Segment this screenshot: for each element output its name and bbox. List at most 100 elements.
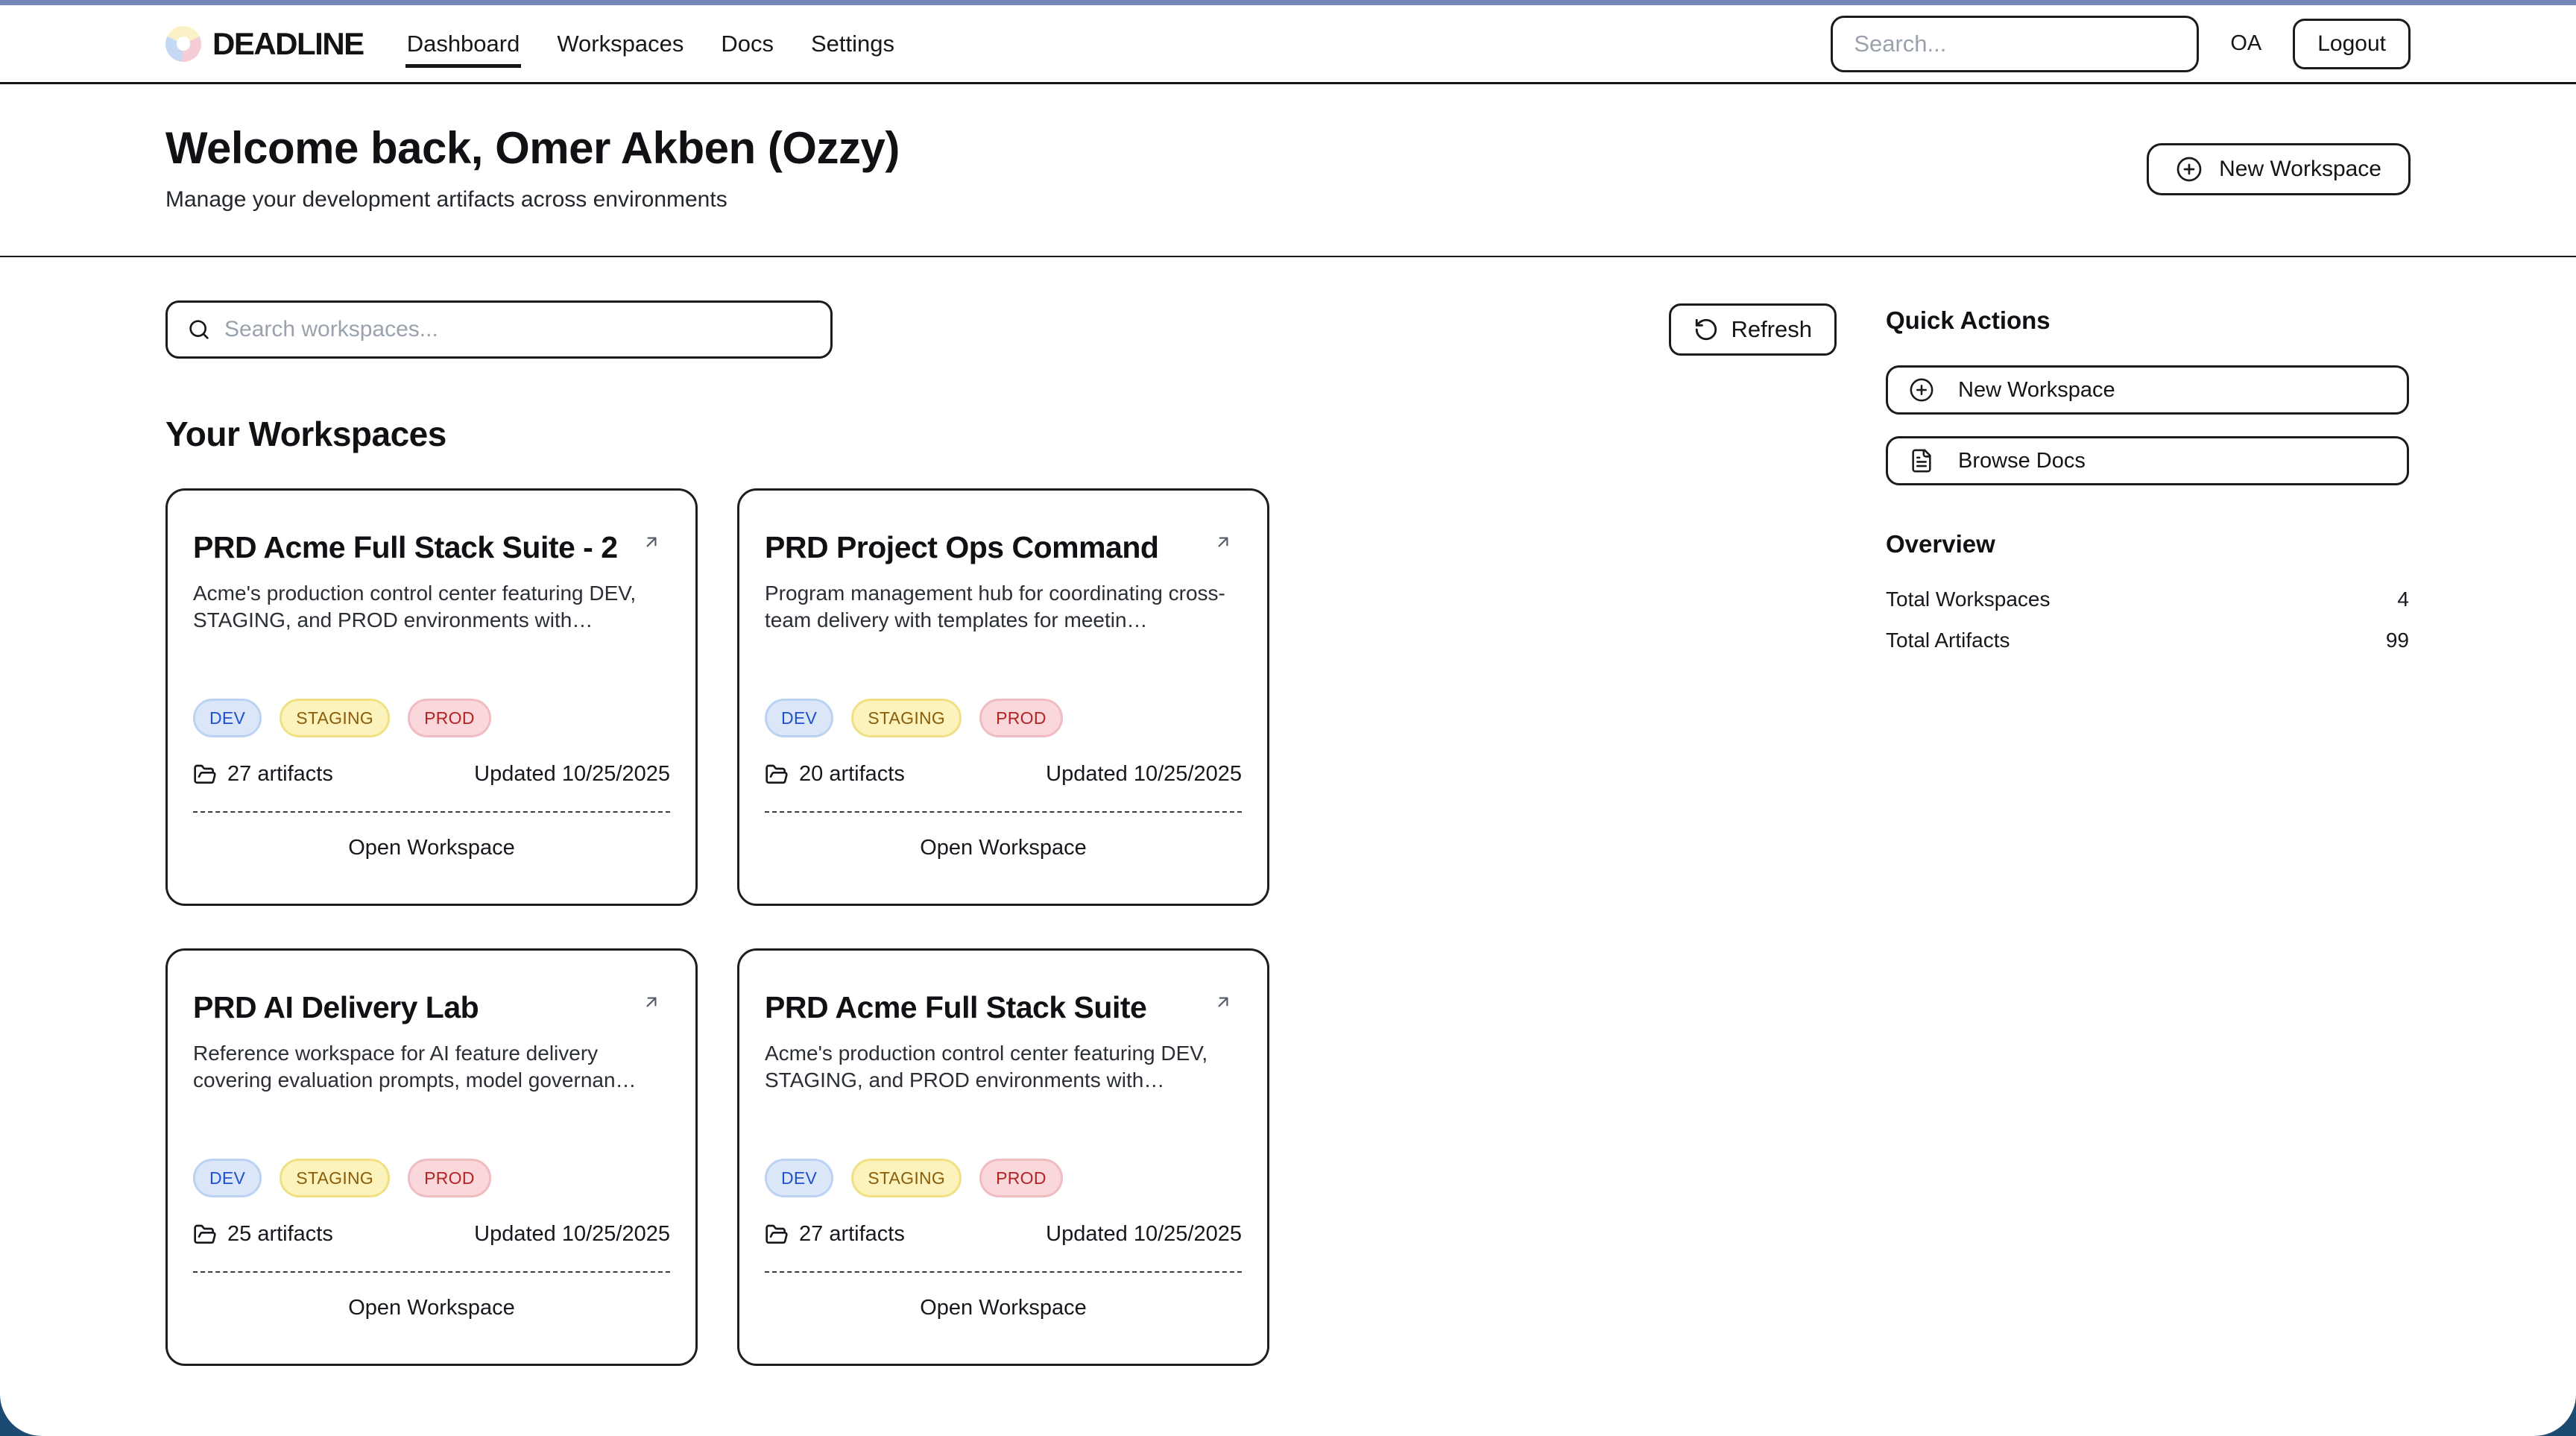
- page-header-text: Welcome back, Omer Akben (Ozzy) Manage y…: [165, 123, 900, 215]
- page-header: Welcome back, Omer Akben (Ozzy) Manage y…: [0, 84, 2576, 257]
- workspace-search-input[interactable]: [224, 317, 811, 342]
- global-search-input[interactable]: [1831, 16, 2199, 72]
- browse-docs-button[interactable]: Browse Docs: [1886, 436, 2409, 485]
- workspace-description: Reference workspace for AI feature deliv…: [193, 1040, 670, 1094]
- stat-label: Total Workspaces: [1886, 586, 2050, 612]
- folder-open-icon: [193, 763, 217, 787]
- browse-docs-label: Browse Docs: [1958, 449, 2086, 473]
- refresh-icon: [1693, 317, 1719, 342]
- user-initials: OA: [2230, 31, 2261, 56]
- brand-name: DEADLINE: [212, 26, 364, 62]
- workspace-card[interactable]: PRD Acme Full Stack Suite - 2 Acme's pro…: [165, 488, 698, 906]
- refresh-label: Refresh: [1731, 316, 1812, 343]
- quick-actions-heading: Quick Actions: [1886, 306, 2409, 335]
- your-workspaces-heading: Your Workspaces: [165, 414, 1837, 454]
- updated-date: Updated 10/25/2025: [1046, 762, 1242, 787]
- main-content: Refresh Your Workspaces PRD Acme Full St…: [0, 257, 2576, 1396]
- badge-dev: DEV: [193, 1159, 262, 1197]
- stat-value: 4: [2397, 586, 2409, 612]
- right-sidebar: Quick Actions New Workspace Browse Docs …: [1886, 300, 2409, 1366]
- brand: DEADLINE: [165, 26, 364, 62]
- workspace-description: Program management hub for coordinating …: [765, 580, 1242, 634]
- new-workspace-label: New Workspace: [2219, 157, 2381, 182]
- workspace-title: PRD AI Delivery Lab: [193, 989, 670, 1025]
- workspace-card[interactable]: PRD Project Ops Command Program manageme…: [737, 488, 1269, 906]
- badge-staging: STAGING: [851, 1159, 962, 1197]
- artifact-count: 20 artifacts: [765, 762, 905, 787]
- nav-right-cluster: OA Logout: [1831, 16, 2411, 72]
- artifact-count-label: 20 artifacts: [799, 762, 905, 787]
- updated-date: Updated 10/25/2025: [1046, 1222, 1242, 1247]
- open-workspace-link[interactable]: Open Workspace: [193, 813, 670, 904]
- new-workspace-button-sidebar[interactable]: New Workspace: [1886, 365, 2409, 415]
- file-text-icon: [1909, 448, 1934, 473]
- nav-item-workspaces[interactable]: Workspaces: [555, 20, 685, 68]
- workspace-title: PRD Project Ops Command: [765, 529, 1242, 565]
- artifact-count: 27 artifacts: [193, 762, 333, 787]
- environment-badges: DEV STAGING PROD: [765, 1159, 1242, 1197]
- workspaces-column: Refresh Your Workspaces PRD Acme Full St…: [165, 300, 1837, 1366]
- stat-label: Total Artifacts: [1886, 627, 2010, 653]
- top-navbar: DEADLINE Dashboard Workspaces Docs Setti…: [0, 5, 2576, 84]
- workspace-card[interactable]: PRD Acme Full Stack Suite Acme's product…: [737, 948, 1269, 1366]
- open-workspace-link[interactable]: Open Workspace: [193, 1273, 670, 1364]
- new-workspace-label: New Workspace: [1958, 378, 2115, 403]
- workspace-search: [165, 300, 833, 359]
- artifact-count: 25 artifacts: [193, 1222, 333, 1247]
- open-external-icon: [642, 992, 661, 1012]
- workspace-card[interactable]: PRD AI Delivery Lab Reference workspace …: [165, 948, 698, 1366]
- stat-total-workspaces: Total Workspaces 4: [1886, 586, 2409, 612]
- search-icon: [187, 318, 211, 341]
- nav-links: Dashboard Workspaces Docs Settings: [405, 20, 896, 68]
- workspace-description: Acme's production control center featuri…: [193, 580, 670, 634]
- folder-open-icon: [193, 1223, 217, 1247]
- refresh-button[interactable]: Refresh: [1669, 303, 1837, 356]
- workspace-title: PRD Acme Full Stack Suite - 2: [193, 529, 670, 565]
- environment-badges: DEV STAGING PROD: [193, 699, 670, 737]
- folder-open-icon: [765, 763, 789, 787]
- badge-staging: STAGING: [280, 699, 390, 737]
- badge-prod: PROD: [408, 1159, 491, 1197]
- badge-dev: DEV: [193, 699, 262, 737]
- workspace-grid: PRD Acme Full Stack Suite - 2 Acme's pro…: [165, 488, 1837, 1366]
- workspace-meta: 25 artifacts Updated 10/25/2025: [193, 1222, 670, 1247]
- page-title: Welcome back, Omer Akben (Ozzy): [165, 123, 900, 173]
- nav-item-docs[interactable]: Docs: [719, 20, 775, 68]
- workspace-meta: 27 artifacts Updated 10/25/2025: [765, 1222, 1242, 1247]
- stat-value: 99: [2386, 627, 2409, 653]
- environment-badges: DEV STAGING PROD: [765, 699, 1242, 737]
- workspace-meta: 27 artifacts Updated 10/25/2025: [193, 762, 670, 787]
- badge-staging: STAGING: [280, 1159, 390, 1197]
- open-workspace-link[interactable]: Open Workspace: [765, 1273, 1242, 1364]
- nav-item-settings[interactable]: Settings: [809, 20, 896, 68]
- artifact-count-label: 25 artifacts: [227, 1222, 333, 1247]
- badge-prod: PROD: [979, 699, 1063, 737]
- overview-heading: Overview: [1886, 530, 2409, 558]
- artifact-count-label: 27 artifacts: [799, 1222, 905, 1247]
- app-logo-donut-icon: [165, 26, 201, 62]
- plus-circle-icon: [2176, 156, 2203, 183]
- app-window: DEADLINE Dashboard Workspaces Docs Setti…: [0, 5, 2576, 1436]
- open-external-icon: [642, 532, 661, 552]
- artifact-count-label: 27 artifacts: [227, 762, 333, 787]
- updated-date: Updated 10/25/2025: [474, 1222, 670, 1247]
- badge-dev: DEV: [765, 699, 833, 737]
- workspace-meta: 20 artifacts Updated 10/25/2025: [765, 762, 1242, 787]
- workspaces-toolbar: Refresh: [165, 300, 1837, 359]
- artifact-count: 27 artifacts: [765, 1222, 905, 1247]
- new-workspace-button-header[interactable]: New Workspace: [2147, 143, 2411, 195]
- badge-staging: STAGING: [851, 699, 962, 737]
- open-external-icon: [1213, 532, 1233, 552]
- page-subtitle: Manage your development artifacts across…: [165, 185, 900, 215]
- updated-date: Updated 10/25/2025: [474, 762, 670, 787]
- plus-circle-icon: [1909, 377, 1934, 403]
- nav-item-dashboard[interactable]: Dashboard: [405, 20, 522, 68]
- stat-total-artifacts: Total Artifacts 99: [1886, 627, 2409, 653]
- logout-button[interactable]: Logout: [2293, 19, 2411, 69]
- workspace-title: PRD Acme Full Stack Suite: [765, 989, 1242, 1025]
- badge-prod: PROD: [979, 1159, 1063, 1197]
- badge-prod: PROD: [408, 699, 491, 737]
- folder-open-icon: [765, 1223, 789, 1247]
- open-workspace-link[interactable]: Open Workspace: [765, 813, 1242, 904]
- badge-dev: DEV: [765, 1159, 833, 1197]
